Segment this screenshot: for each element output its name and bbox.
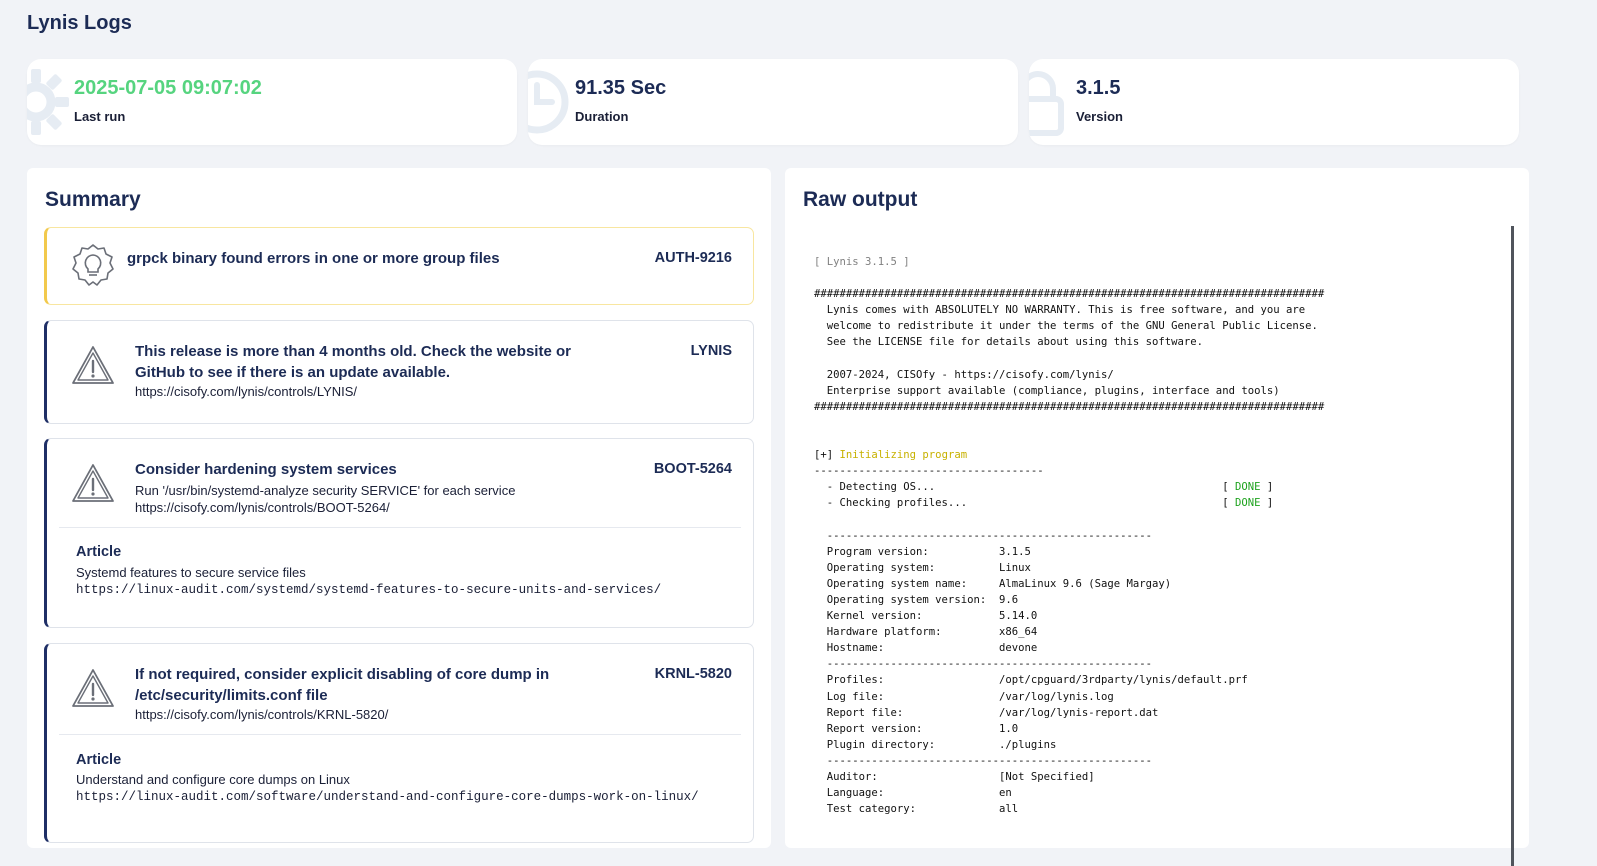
finding-title: Consider hardening system services <box>135 461 397 478</box>
lock-icon <box>1029 71 1064 136</box>
finding-code: KRNL-5820 <box>654 666 732 682</box>
article-url[interactable]: https://linux-audit.com/systemd/systemd-… <box>76 583 661 597</box>
page-title: Lynis Logs <box>27 12 132 34</box>
check-status: DONE <box>1234 481 1261 494</box>
article-heading: Article <box>76 544 122 560</box>
version-value: 3.1.5 <box>1076 77 1121 99</box>
check-suffix: ] <box>1260 497 1274 510</box>
gear-icon <box>27 69 69 135</box>
finding-link[interactable]: https://cisofy.com/lynis/controls/LYNIS/ <box>135 384 357 399</box>
check-suffix: ] <box>1260 481 1274 494</box>
finding-link[interactable]: https://cisofy.com/lynis/controls/KRNL-5… <box>135 707 388 722</box>
finding-warning[interactable]: This release is more than 4 months old. … <box>44 320 754 424</box>
finding-suggestion[interactable]: grpck binary found errors in one or more… <box>44 227 754 305</box>
check-label: - Detecting OS... [ <box>814 481 1235 494</box>
warning-icon <box>72 346 114 384</box>
section-rule: ------------------------------------ <box>814 465 1044 478</box>
finding-warning[interactable]: If not required, consider explicit disab… <box>44 643 754 843</box>
version-card: 3.1.5 Version <box>1029 59 1519 145</box>
lightbulb-icon <box>72 244 114 286</box>
article-url[interactable]: https://linux-audit.com/software/underst… <box>76 790 699 804</box>
finding-divider <box>59 734 741 735</box>
summary-panel: Summary grpck binary found errors in one… <box>27 168 771 848</box>
finding-title: grpck binary found errors in one or more… <box>127 250 500 267</box>
article-description: Systemd features to secure service files <box>76 565 306 580</box>
duration-label: Duration <box>575 109 629 124</box>
warning-icon <box>72 464 114 502</box>
warning-icon <box>72 669 114 707</box>
system-info: ----------------------------------------… <box>826 529 1248 816</box>
banner-text: ########################################… <box>814 288 1325 413</box>
check-label: - Checking profiles... [ <box>814 497 1235 510</box>
finding-title: If not required, consider explicit disab… <box>135 666 550 704</box>
section-prefix: [+] <box>814 449 840 462</box>
duration-value: 91.35 Sec <box>575 77 667 99</box>
raw-output-panel: Raw output [ Lynis 3.1.5 ] #############… <box>785 168 1529 866</box>
finding-title: This release is more than 4 months old. … <box>135 343 571 381</box>
finding-warning[interactable]: Consider hardening system services BOOT-… <box>44 438 754 628</box>
version-label: Version <box>1076 109 1123 124</box>
article-description: Understand and configure core dumps on L… <box>76 772 350 787</box>
raw-output-console[interactable]: [ Lynis 3.1.5 ] ########################… <box>803 226 1514 866</box>
finding-details: Run '/usr/bin/systemd-analyze security S… <box>135 483 516 498</box>
last-run-label: Last run <box>74 109 126 124</box>
duration-card: 91.35 Sec Duration <box>528 59 1018 145</box>
finding-divider <box>59 527 741 528</box>
summary-title: Summary <box>45 188 141 211</box>
section-title: Initializing program <box>839 449 968 462</box>
check-status: DONE <box>1234 497 1261 510</box>
last-run-value: 2025-07-05 09:07:02 <box>74 77 262 99</box>
finding-code: AUTH-9216 <box>654 250 732 266</box>
finding-code: BOOT-5264 <box>653 461 732 477</box>
last-run-card: 2025-07-05 09:07:02 Last run <box>27 59 517 145</box>
clock-icon <box>528 70 569 134</box>
raw-output-title: Raw output <box>803 188 918 211</box>
finding-link[interactable]: https://cisofy.com/lynis/controls/BOOT-5… <box>135 500 390 515</box>
finding-code: LYNIS <box>690 343 732 359</box>
article-heading: Article <box>76 752 122 768</box>
lynis-version-line: [ Lynis 3.1.5 ] <box>814 256 910 268</box>
